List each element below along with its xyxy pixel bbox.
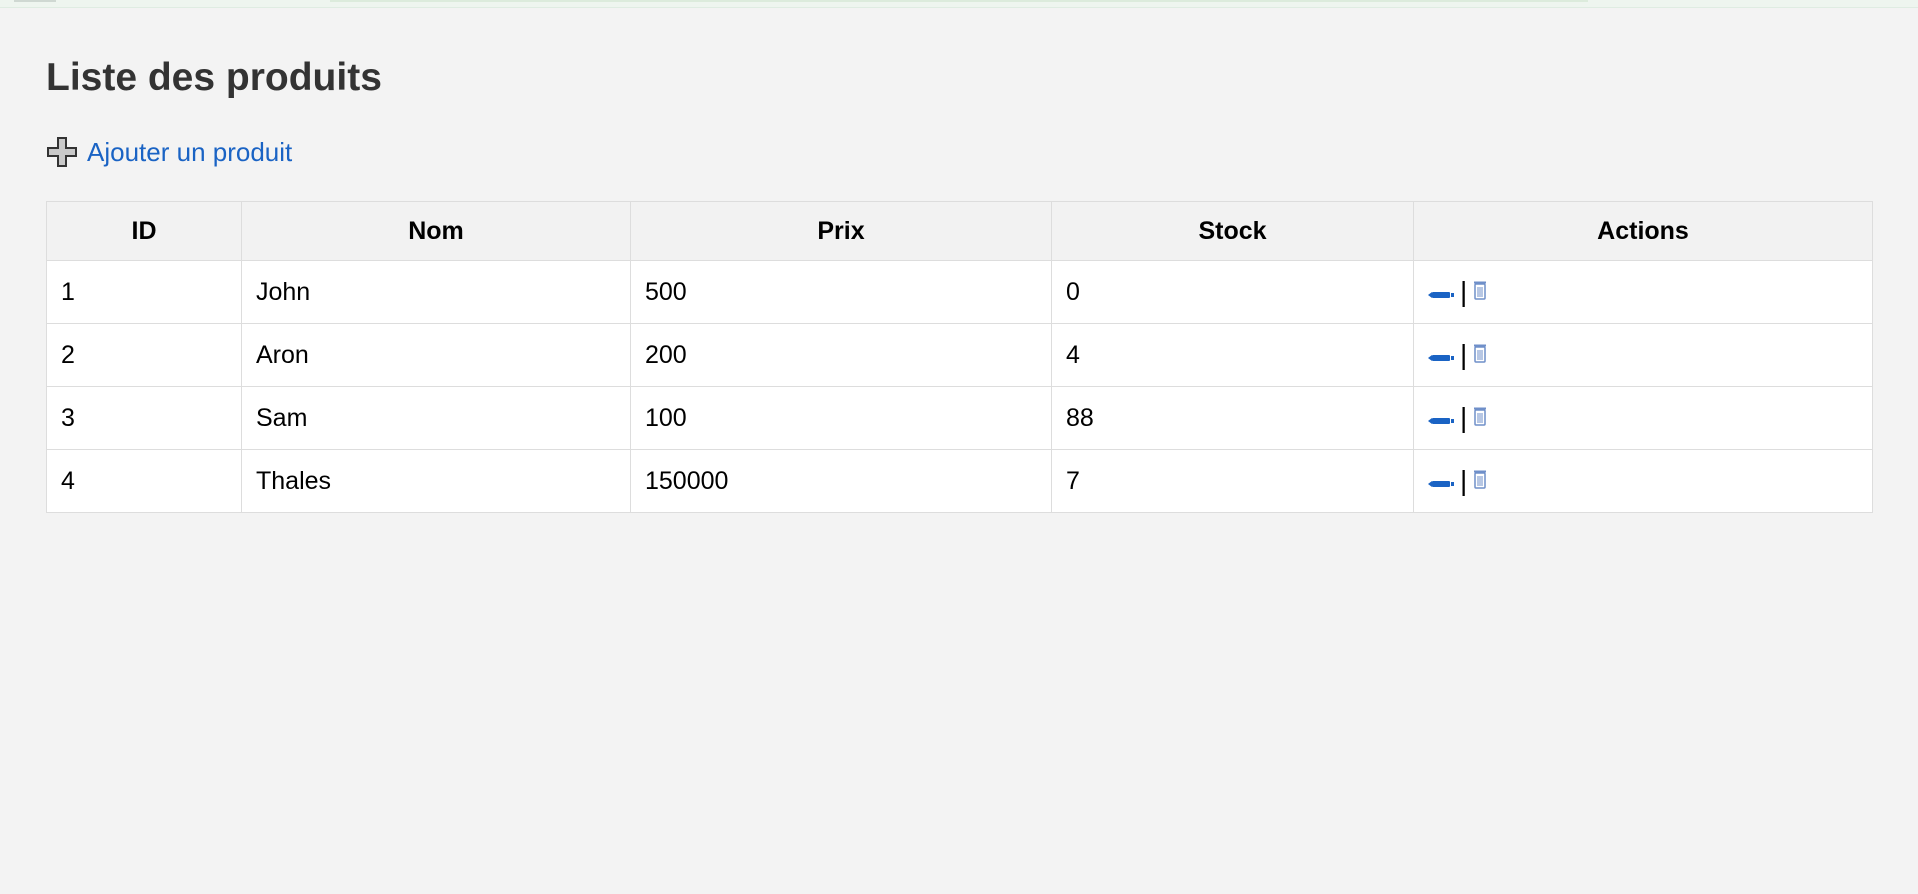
trash-icon[interactable]: [1473, 341, 1487, 370]
pencil-icon[interactable]: [1428, 404, 1454, 433]
cell-actions: |: [1413, 386, 1873, 450]
products-table: ID Nom Prix Stock Actions 1 John 500 0 |…: [46, 201, 1873, 513]
cell-stock: 7: [1051, 449, 1414, 513]
cell-prix: 200: [630, 323, 1052, 387]
add-product-link[interactable]: Ajouter un produit: [46, 136, 292, 168]
cell-prix: 150000: [630, 449, 1052, 513]
column-header-prix: Prix: [630, 201, 1052, 261]
action-separator: |: [1460, 339, 1468, 370]
page-title: Liste des produits: [46, 56, 382, 99]
cell-nom: Aron: [241, 323, 631, 387]
cell-nom: Thales: [241, 449, 631, 513]
table-header-row: ID Nom Prix Stock Actions: [46, 201, 1873, 261]
cell-actions: |: [1413, 323, 1873, 387]
cell-stock: 88: [1051, 386, 1414, 450]
cell-prix: 100: [630, 386, 1052, 450]
add-product-label: Ajouter un produit: [87, 136, 293, 167]
column-header-nom: Nom: [241, 201, 631, 261]
table-row: 2 Aron 200 4 |: [46, 323, 1873, 387]
plus-icon: [46, 136, 78, 168]
column-header-stock: Stock: [1051, 201, 1414, 261]
pencil-icon[interactable]: [1428, 467, 1454, 496]
table-row: 1 John 500 0 |: [46, 260, 1873, 324]
table-row: 4 Thales 150000 7 |: [46, 449, 1873, 513]
cell-stock: 0: [1051, 260, 1414, 324]
column-header-actions: Actions: [1413, 201, 1873, 261]
column-header-id: ID: [46, 201, 242, 261]
pencil-icon[interactable]: [1428, 278, 1454, 307]
trash-icon[interactable]: [1473, 467, 1487, 496]
browser-top-strip: [0, 0, 1918, 8]
cell-nom: John: [241, 260, 631, 324]
cell-stock: 4: [1051, 323, 1414, 387]
top-strip-segment: [330, 0, 1588, 2]
pencil-icon[interactable]: [1428, 341, 1454, 370]
cell-id: 3: [46, 386, 242, 450]
trash-icon[interactable]: [1473, 278, 1487, 307]
cell-id: 2: [46, 323, 242, 387]
trash-icon[interactable]: [1473, 404, 1487, 433]
cell-actions: |: [1413, 449, 1873, 513]
cell-prix: 500: [630, 260, 1052, 324]
top-strip-segment: [14, 0, 56, 2]
cell-id: 1: [46, 260, 242, 324]
action-separator: |: [1460, 276, 1468, 307]
table-row: 3 Sam 100 88 |: [46, 386, 1873, 450]
action-separator: |: [1460, 402, 1468, 433]
cell-nom: Sam: [241, 386, 631, 450]
cell-actions: |: [1413, 260, 1873, 324]
cell-id: 4: [46, 449, 242, 513]
action-separator: |: [1460, 465, 1468, 496]
